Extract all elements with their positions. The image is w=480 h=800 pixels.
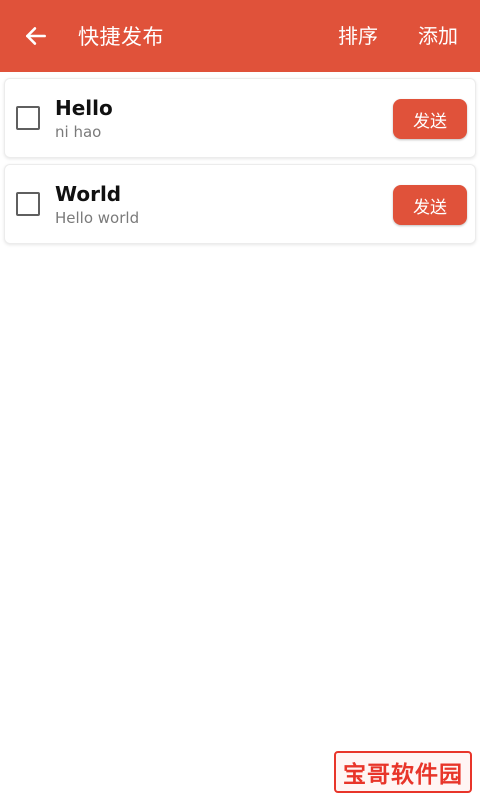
item-title: Hello bbox=[55, 95, 113, 120]
app-screen: 快捷发布 排序 添加 Hello ni hao 发送 World Hello w… bbox=[0, 0, 480, 800]
item-checkbox[interactable] bbox=[16, 192, 40, 216]
sort-button[interactable]: 排序 bbox=[318, 0, 398, 72]
add-button[interactable]: 添加 bbox=[398, 0, 480, 72]
page-title: 快捷发布 bbox=[78, 25, 164, 49]
list-item[interactable]: Hello ni hao 发送 bbox=[4, 78, 476, 158]
item-texts: Hello ni hao bbox=[55, 96, 113, 141]
watermark-text: 宝哥软件园 bbox=[343, 762, 463, 788]
send-button[interactable]: 发送 bbox=[393, 99, 467, 139]
item-texts: World Hello world bbox=[55, 182, 139, 227]
item-checkbox[interactable] bbox=[16, 106, 40, 130]
item-subtitle: Hello world bbox=[55, 208, 140, 227]
item-title: World bbox=[55, 181, 122, 206]
watermark-logo: 宝哥软件园 bbox=[334, 751, 472, 793]
list-item[interactable]: World Hello world 发送 bbox=[4, 164, 476, 244]
header-actions: 排序 添加 bbox=[318, 0, 480, 72]
back-button[interactable] bbox=[0, 0, 72, 72]
item-subtitle: ni hao bbox=[55, 122, 102, 141]
arrow-left-icon bbox=[26, 27, 46, 45]
quick-post-list: Hello ni hao 发送 World Hello world 发送 bbox=[0, 72, 480, 250]
top-app-bar: 快捷发布 排序 添加 bbox=[0, 0, 480, 72]
send-button[interactable]: 发送 bbox=[393, 185, 467, 225]
